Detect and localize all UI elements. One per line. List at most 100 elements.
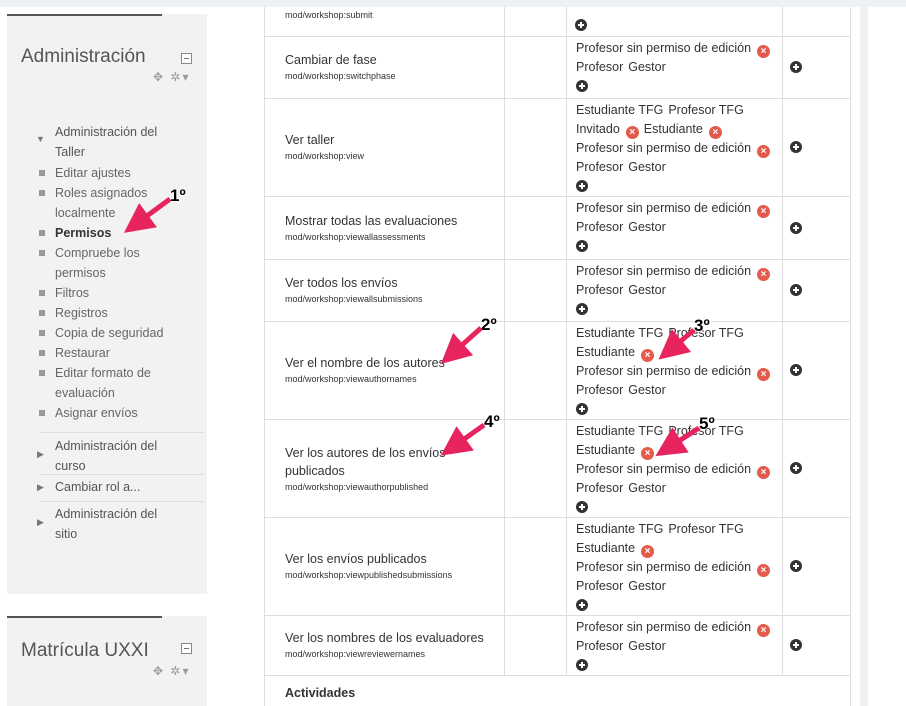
collapsed-triangle-icon: ▶ (37, 517, 44, 527)
collapse-icon[interactable] (181, 643, 192, 654)
tree-node-switch-role[interactable]: ▶ Cambiar rol a... (37, 477, 204, 497)
row-divider (264, 36, 850, 37)
sidebar-item-9[interactable]: Asignar envíos (39, 403, 204, 423)
tree-node-label[interactable]: Administración del Taller (55, 122, 185, 162)
add-role-icon[interactable] (576, 659, 588, 671)
role-name: Profesor sin permiso de edición (576, 41, 752, 55)
remove-role-icon[interactable]: × (757, 145, 771, 158)
tree-node-label[interactable]: Administración del curso (55, 436, 175, 476)
remove-role-icon[interactable]: × (641, 349, 655, 362)
bullet-icon (39, 350, 45, 356)
role-list: Profesor sin permiso de edición × Profesor… (576, 262, 776, 315)
prohibit-add-icon[interactable] (790, 141, 802, 153)
role-name: Gestor (628, 579, 666, 593)
sidebar-item-8[interactable]: Editar formato de evaluación (39, 363, 204, 403)
remove-role-icon[interactable]: × (757, 624, 771, 637)
tree-node-site-admin[interactable]: ▶ Administración del sitio (37, 504, 204, 544)
role-name: Profesor (576, 160, 624, 174)
sidebar-item-label[interactable]: Editar ajustes (55, 163, 165, 183)
block-move-config-icons[interactable]: ✥ ✲▾ (153, 70, 190, 84)
separator (39, 432, 204, 433)
capability-name: Ver el nombre de los autores (285, 356, 445, 370)
remove-role-icon[interactable]: × (757, 564, 771, 577)
add-role-icon[interactable] (576, 240, 588, 252)
add-role-icon[interactable] (576, 80, 588, 92)
role-name: Profesor (576, 383, 624, 397)
sidebar-item-label[interactable]: Copia de seguridad (55, 323, 165, 343)
sidebar-item-label[interactable]: Permisos (55, 223, 165, 243)
sidebar-item-label[interactable]: Restaurar (55, 343, 165, 363)
remove-role-icon[interactable]: × (757, 205, 771, 218)
role-line: Estudiante TFG Profesor TFG (576, 324, 776, 343)
block-move-config-icons[interactable]: ✥ ✲▾ (153, 664, 190, 678)
tree-node-label[interactable]: Administración del sitio (55, 504, 175, 544)
section-heading: Actividades (285, 686, 356, 700)
sidebar-item-6[interactable]: Copia de seguridad (39, 323, 204, 343)
role-line: Profesor Gestor (576, 577, 776, 596)
prohibit-add-icon[interactable] (790, 639, 802, 651)
column-divider (782, 7, 783, 675)
column-divider (504, 7, 505, 675)
remove-role-icon[interactable]: × (757, 368, 771, 381)
role-line: Estudiante TFG Profesor TFG (576, 422, 776, 441)
prohibit-add-icon[interactable] (790, 560, 802, 572)
role-name: Profesor (576, 481, 624, 495)
add-role-icon[interactable] (576, 303, 588, 315)
sidebar-item-label[interactable]: Roles asignados localmente (55, 183, 165, 223)
expanded-triangle-icon: ▼ (36, 134, 45, 144)
remove-role-icon[interactable]: × (625, 126, 639, 139)
add-role-icon[interactable] (576, 180, 588, 192)
remove-role-icon[interactable]: × (708, 126, 722, 139)
role-name: Profesor (576, 639, 624, 653)
remove-role-icon[interactable]: × (641, 447, 655, 460)
role-line: Profesor sin permiso de edición × (576, 262, 776, 281)
tree-node-label[interactable]: Cambiar rol a... (55, 477, 140, 497)
prohibit-add-icon[interactable] (790, 284, 802, 296)
role-line: Profesor sin permiso de edición × (576, 558, 776, 577)
role-line: Profesor Gestor (576, 381, 776, 400)
add-role-icon[interactable] (576, 599, 588, 611)
bullet-icon (39, 410, 45, 416)
tree-node-course-admin[interactable]: ▶ Administración del curso (37, 436, 204, 476)
remove-role-icon[interactable]: × (757, 268, 771, 281)
role-name: Profesor TFG (668, 522, 744, 536)
role-name: Estudiante TFG (576, 326, 664, 340)
sidebar-item-label[interactable]: Asignar envíos (55, 403, 165, 423)
block-top-line (7, 616, 162, 618)
sidebar-item-0[interactable]: Editar ajustes (39, 163, 204, 183)
add-role-icon[interactable] (575, 19, 587, 31)
role-name: Profesor (576, 220, 624, 234)
row-divider (264, 321, 850, 322)
role-line: Profesor sin permiso de edición × (576, 460, 776, 479)
role-name: Profesor sin permiso de edición (576, 364, 752, 378)
remove-role-icon[interactable]: × (757, 45, 771, 58)
separator (39, 474, 204, 475)
role-name: Profesor sin permiso de edición (576, 141, 752, 155)
administration-block: Administración ✥ ✲▾ ▼ Administración del… (7, 14, 207, 594)
remove-role-icon[interactable]: × (641, 545, 655, 558)
sidebar-item-5[interactable]: Registros (39, 303, 204, 323)
role-line: Profesor Gestor (576, 479, 776, 498)
sidebar-item-label[interactable]: Editar formato de evaluación (55, 363, 165, 403)
sidebar-item-4[interactable]: Filtros (39, 283, 204, 303)
prohibit-add-icon[interactable] (790, 462, 802, 474)
prohibit-add-icon[interactable] (790, 61, 802, 73)
prohibit-add-icon[interactable] (790, 364, 802, 376)
sidebar-item-2[interactable]: Permisos (39, 223, 204, 243)
add-role-icon[interactable] (576, 501, 588, 513)
role-name: Gestor (628, 639, 666, 653)
sidebar-item-3[interactable]: Compruebe los permisos (39, 243, 204, 283)
sidebar-item-label[interactable]: Filtros (55, 283, 165, 303)
prohibit-add-icon[interactable] (790, 221, 802, 234)
sidebar-item-label[interactable]: Compruebe los permisos (55, 243, 165, 283)
sidebar-item-7[interactable]: Restaurar (39, 343, 204, 363)
remove-role-icon[interactable]: × (757, 466, 771, 479)
capability-name: Cambiar de fase (285, 53, 377, 67)
role-name: Estudiante TFG (576, 103, 664, 117)
tree-node-workshop-admin[interactable]: ▼ Administración del Taller (36, 122, 204, 162)
sidebar-item-label[interactable]: Registros (55, 303, 165, 323)
add-role-icon[interactable] (576, 403, 588, 415)
bullet-icon (39, 310, 45, 316)
capability-name: Mostrar todas las evaluaciones (285, 213, 458, 228)
collapse-icon[interactable] (181, 53, 192, 64)
